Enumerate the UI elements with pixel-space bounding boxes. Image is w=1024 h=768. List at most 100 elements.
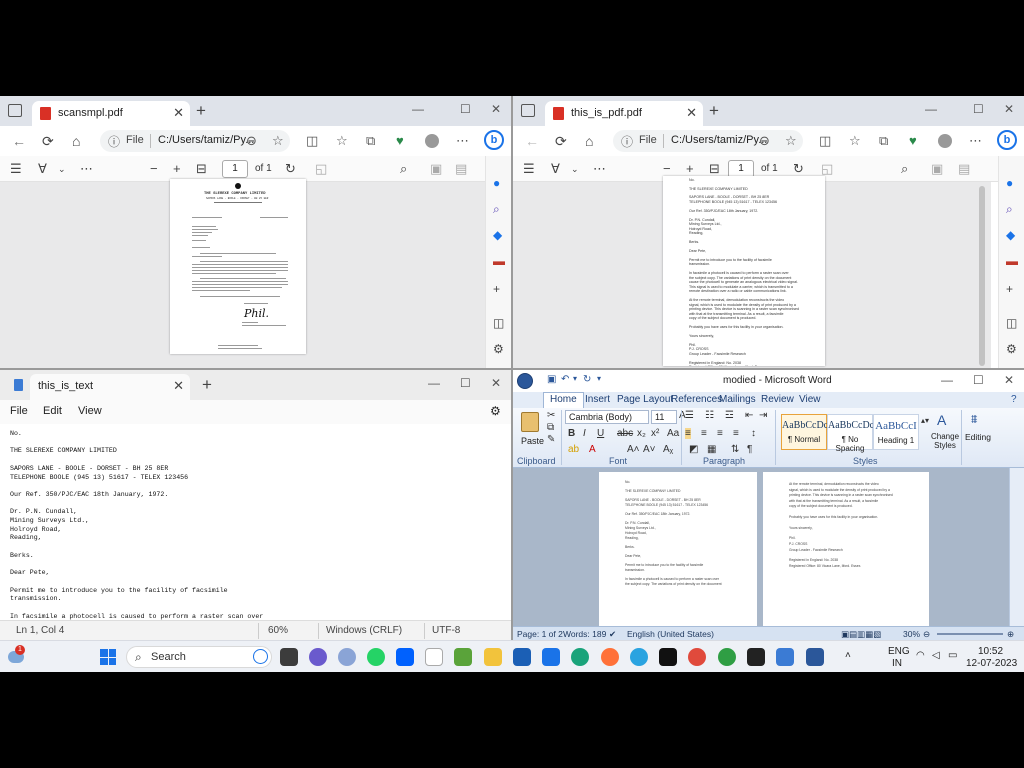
home-icon[interactable]: ⌂ [585, 133, 593, 149]
search-icon[interactable]: ⌕ [400, 161, 407, 177]
close-tab-icon[interactable]: ✕ [173, 378, 184, 394]
notepad-text-area[interactable]: No. THE SLEREXE COMPANY LIMITED SAPORS L… [10, 430, 497, 620]
help-icon[interactable]: ? [1011, 394, 1017, 405]
tab-view[interactable]: View [799, 394, 821, 405]
collections-icon[interactable]: ⧉ [879, 133, 888, 149]
bing-copilot-icon[interactable]: b [484, 130, 504, 150]
more-menu-icon[interactable]: ⋯ [456, 133, 469, 149]
clock-time[interactable]: 10:52 [978, 646, 1003, 657]
volume-icon[interactable]: ◁ [932, 650, 940, 661]
extension-icon[interactable]: ♥ [909, 133, 917, 148]
chrome-icon[interactable] [688, 648, 706, 666]
toolbox-icon[interactable]: ▬ [1006, 254, 1018, 268]
new-tab-icon[interactable]: + [196, 101, 206, 121]
bold-icon[interactable]: B [568, 428, 575, 439]
clock-date[interactable]: 12-07-2023 [966, 658, 1017, 669]
close-window-icon[interactable]: ✕ [1004, 102, 1014, 116]
page-view-icon[interactable]: ◱ [315, 161, 327, 177]
cut-icon[interactable]: ✂ [547, 410, 555, 421]
fit-page-icon[interactable]: ⊟ [196, 161, 207, 177]
word-count[interactable]: Words: 189 [563, 629, 606, 639]
favorite-star-icon[interactable]: ☆ [785, 133, 797, 149]
line-ending[interactable]: Windows (CRLF) [326, 625, 402, 636]
zoom-slider[interactable] [937, 633, 1003, 635]
extension-icon[interactable]: ♥ [396, 133, 404, 148]
info-icon[interactable]: ⓘ [108, 133, 120, 150]
view-buttons[interactable]: ▣▤▥▦▧ [841, 629, 881, 640]
save-as-icon[interactable]: ▤ [958, 161, 970, 177]
tag-icon[interactable]: ◆ [1006, 228, 1015, 242]
font-size-down-icon[interactable]: A˅ [643, 444, 656, 455]
more-tools-icon[interactable]: ⋯ [80, 161, 93, 177]
italic-icon[interactable]: I [583, 428, 586, 439]
zoom-icon[interactable]: ⊖ [246, 133, 257, 149]
line-spacing-icon[interactable]: ↕ [751, 428, 756, 439]
tab-actions-icon[interactable] [8, 104, 22, 117]
tab-scansmpl[interactable]: scansmpl.pdf ✕ [32, 101, 190, 126]
tab-mailings[interactable]: Mailings [719, 394, 756, 405]
font-color-icon[interactable]: A [589, 444, 596, 455]
zoom-in-icon[interactable]: + [686, 161, 694, 176]
multilevel-list-icon[interactable]: ☲ [725, 410, 734, 421]
sidebar-add-icon[interactable]: + [493, 282, 500, 296]
pdf-viewport[interactable]: THE SLEREXE COMPANY LIMITED SAPORS LANE … [0, 179, 485, 368]
back-icon[interactable]: ← [12, 133, 26, 149]
profile-r-icon[interactable] [338, 648, 356, 666]
settings-gear-icon[interactable]: ⚙ [490, 404, 501, 418]
profile-avatar[interactable] [938, 134, 952, 148]
style-no-spacing[interactable]: AaBbCcDc ¶ No Spacing [827, 414, 874, 453]
zoom-out-icon[interactable]: − [663, 161, 671, 176]
zoom-level[interactable]: 60% [268, 625, 288, 636]
show-marks-icon[interactable]: ¶ [747, 444, 752, 455]
word-document-area[interactable]: No. THE SLEREXE COMPANY LIMITED SAPORS LAN… [513, 468, 1024, 626]
back-icon[interactable]: ← [525, 133, 539, 149]
superscript-icon[interactable]: x² [651, 428, 659, 439]
toolbox-icon[interactable]: ▬ [493, 254, 505, 268]
editing-button[interactable]: Editing [965, 432, 991, 442]
change-styles-button[interactable]: Change Styles [931, 432, 959, 450]
maximize-icon[interactable]: ☐ [460, 102, 471, 116]
zoom-level[interactable]: 30% [903, 629, 920, 639]
sidebar-panel-icon[interactable]: ◫ [1006, 316, 1017, 330]
subscript-icon[interactable]: x₂ [637, 428, 646, 439]
change-styles-icon[interactable]: A [937, 412, 946, 428]
notepad-tab[interactable]: this_is_text ✕ [30, 374, 190, 400]
wifi-icon[interactable]: ◠ [916, 650, 925, 661]
change-case-icon[interactable]: Aa [667, 428, 679, 439]
sidebar-search-icon[interactable]: ⌕ [1006, 202, 1013, 217]
proofing-icon[interactable]: ✔ [609, 629, 616, 640]
save-icon[interactable]: ▣ [931, 161, 943, 177]
align-right-icon[interactable]: ≡ [717, 428, 723, 439]
undo-icon[interactable]: ↶ [561, 374, 569, 385]
minimize-icon[interactable]: — [412, 102, 424, 116]
maximize-icon[interactable]: ☐ [973, 102, 984, 116]
align-left-icon[interactable]: ≡ [685, 428, 691, 439]
zoom-icon[interactable]: ⊖ [759, 133, 770, 149]
sort-icon[interactable]: ⇅ [731, 444, 739, 455]
word-icon[interactable] [806, 648, 824, 666]
close-window-icon[interactable]: ✕ [491, 102, 501, 116]
task-view-icon[interactable] [280, 648, 298, 666]
save-icon[interactable]: ▣ [430, 161, 442, 177]
amazon-icon[interactable] [425, 648, 443, 666]
close-window-icon[interactable]: ✕ [1004, 373, 1014, 387]
justify-icon[interactable]: ≡ [733, 428, 739, 439]
word-scrollbar[interactable] [1009, 468, 1024, 626]
tab-references[interactable]: References [671, 394, 722, 405]
refresh-icon[interactable]: ⟳ [42, 133, 54, 150]
telegram-icon[interactable] [630, 648, 648, 666]
language-indicator-bottom[interactable]: IN [892, 658, 902, 669]
paste-button[interactable]: Paste [521, 436, 544, 446]
taskbar-search[interactable]: ⌕ Search [126, 646, 272, 668]
copy-icon[interactable]: ⧉ [547, 422, 554, 433]
contents-icon[interactable]: ☰ [523, 161, 535, 177]
windows-start-icon[interactable] [100, 649, 116, 665]
split-screen-icon[interactable]: ◫ [819, 133, 831, 149]
style-normal[interactable]: AaBbCcDc ¶ Normal [781, 414, 828, 450]
page-view-icon[interactable]: ◱ [821, 161, 833, 177]
tab-actions-icon[interactable] [521, 104, 535, 117]
spreadsheet-icon[interactable] [454, 648, 472, 666]
zoom-out-icon[interactable]: ⊖ [923, 629, 930, 640]
minimize-icon[interactable]: — [428, 376, 440, 390]
strikethrough-icon[interactable]: abc [617, 428, 633, 439]
